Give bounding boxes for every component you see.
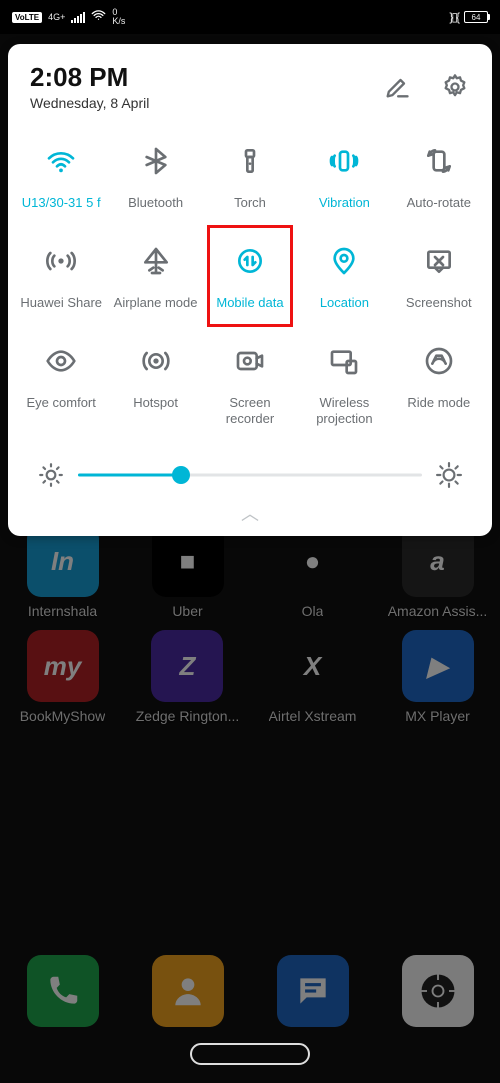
tile-label: Wireless projection [297,395,391,426]
ridemode-icon [417,339,461,383]
tile-label: Location [318,295,371,311]
tile-label: Screenshot [404,295,474,311]
quick-settings-grid: U13/30-31 5 f Bluetooth Torch Vibration Auto… [8,121,492,448]
signal-icon [71,11,85,23]
screenrec-icon [228,339,272,383]
volte-badge: VoLTE [12,12,42,23]
brightness-row [8,448,492,496]
data-speed: 0K/s [112,8,125,26]
hotspot-icon [134,339,178,383]
tile-hotspot[interactable]: Hotspot [108,327,202,442]
tile-eyecomfort[interactable]: Eye comfort [14,327,108,442]
tile-torch[interactable]: Torch [203,127,297,227]
tile-bluetooth[interactable]: Bluetooth [108,127,202,227]
tile-label: Airplane mode [112,295,200,311]
collapse-chevron-icon[interactable]: ︿ [8,496,492,530]
huaweishare-icon [39,239,83,283]
tile-label: Bluetooth [126,195,185,211]
tile-label: U13/30-31 5 f [20,195,103,211]
settings-button[interactable] [440,72,470,102]
tile-screenrec[interactable]: Screen recorder [203,327,297,442]
brightness-low-icon [38,462,64,488]
quick-settings-panel: 2:08 PM Wednesday, 8 April U13/30-31 5 f… [8,44,492,536]
tile-screenshot[interactable]: Screenshot [392,227,486,327]
battery-indicator: 64 [464,11,488,23]
autorotate-icon [417,139,461,183]
status-bar: VoLTE 4G+ 0K/s }▯{ 64 [0,0,500,34]
tile-label: Auto-rotate [405,195,473,211]
tile-ridemode[interactable]: Ride mode [392,327,486,442]
tile-huaweishare[interactable]: Huawei Share [14,227,108,327]
tile-label: Screen recorder [203,395,297,426]
tile-wproj[interactable]: Wireless projection [297,327,391,442]
wifi-icon [39,139,83,183]
bluetooth-icon [134,139,178,183]
tile-label: Vibration [317,195,372,211]
brightness-high-icon [436,462,462,488]
clock-time: 2:08 PM [30,62,149,93]
screenshot-icon [417,239,461,283]
torch-icon [228,139,272,183]
tile-label: Torch [232,195,268,211]
tile-label: Eye comfort [25,395,98,411]
location-icon [322,239,366,283]
tile-label: Huawei Share [18,295,104,311]
vibrate-icon: }▯{ [449,10,458,24]
tile-mobiledata[interactable]: Mobile data [203,227,297,327]
wifi-icon [91,8,106,26]
nav-pill[interactable] [190,1043,310,1065]
clock-date: Wednesday, 8 April [30,95,149,111]
brightness-slider[interactable] [78,465,422,485]
wproj-icon [322,339,366,383]
airplane-icon [134,239,178,283]
tile-vibration[interactable]: Vibration [297,127,391,227]
tile-location[interactable]: Location [297,227,391,327]
network-indicator: 4G+ [48,12,65,22]
tile-label: Hotspot [131,395,180,411]
vibration-icon [322,139,366,183]
tile-label: Ride mode [405,395,472,411]
tile-autorotate[interactable]: Auto-rotate [392,127,486,227]
tile-label: Mobile data [214,295,285,311]
brightness-fill [78,474,181,477]
tile-airplane[interactable]: Airplane mode [108,227,202,327]
edit-button[interactable] [382,72,412,102]
eyecomfort-icon [39,339,83,383]
brightness-thumb[interactable] [172,466,190,484]
mobiledata-icon [228,239,272,283]
tile-wifi[interactable]: U13/30-31 5 f [14,127,108,227]
